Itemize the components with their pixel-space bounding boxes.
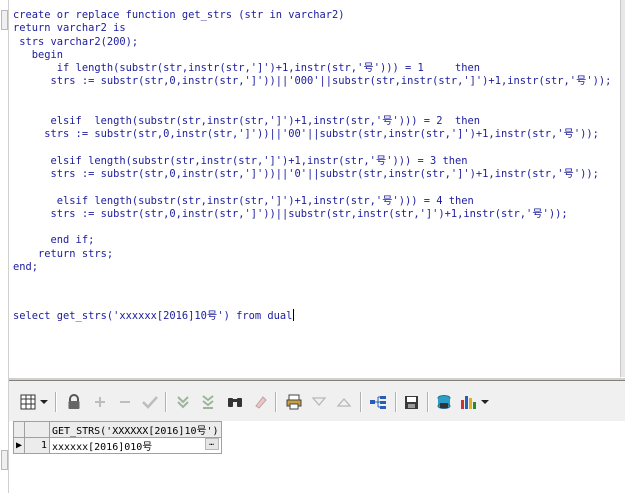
explain-plan-icon[interactable]: [369, 393, 387, 411]
row-number: 1: [24, 437, 50, 454]
chart-icon[interactable]: [460, 393, 478, 411]
post-changes-icon[interactable]: [141, 393, 159, 411]
code-line[interactable]: strs varchar2(200);: [13, 36, 138, 49]
print-icon[interactable]: [285, 393, 303, 411]
left-gutter: [0, 0, 9, 493]
last-page-icon[interactable]: [199, 393, 217, 411]
code-line[interactable]: begin: [13, 49, 63, 62]
sort-up-icon[interactable]: [335, 393, 353, 411]
gutter-marker: [1, 10, 8, 30]
grid-view-icon[interactable]: [19, 393, 37, 411]
code-line[interactable]: elsif length(substr(str,instr(str,']')+1…: [13, 155, 468, 168]
code-line[interactable]: if length(substr(str,instr(str,']')+1,in…: [13, 62, 480, 75]
code-line[interactable]: strs := substr(str,0,instr(str,']'))||'0…: [13, 128, 599, 141]
results-table: GET_STRS('XXXXXX[2016]10号') ▶ 1 xxxxxx[2…: [13, 421, 222, 454]
add-record-icon[interactable]: [91, 393, 109, 411]
grid-corner-rownum: [24, 421, 50, 438]
code-line[interactable]: create or replace function get_strs (str…: [13, 9, 345, 22]
code-line[interactable]: strs := substr(str,0,instr(str,']'))||'0…: [13, 75, 612, 88]
chevron-down-icon[interactable]: [480, 393, 490, 411]
table-row[interactable]: ▶ 1 xxxxxx[2016]010号 …: [13, 437, 222, 454]
code-line[interactable]: return strs;: [13, 248, 113, 261]
lock-icon[interactable]: [65, 393, 83, 411]
text-caret: [293, 309, 295, 321]
code-line[interactable]: return varchar2 is: [13, 22, 126, 35]
grid-corner[interactable]: [13, 421, 25, 438]
clear-icon[interactable]: [251, 393, 269, 411]
results-grid: GET_STRS('XXXXXX[2016]10号') ▶ 1 xxxxxx[2…: [9, 421, 625, 493]
row-indicator: ▶: [13, 437, 25, 454]
cell-value: xxxxxx[2016]010号: [52, 442, 153, 453]
export-icon[interactable]: [435, 393, 453, 411]
code-line[interactable]: strs := substr(str,0,instr(str,']'))||su…: [13, 208, 568, 221]
code-line[interactable]: end;: [13, 261, 38, 274]
table-cell[interactable]: xxxxxx[2016]010号 …: [49, 437, 222, 454]
find-icon[interactable]: [226, 393, 244, 411]
table-header-row: GET_STRS('XXXXXX[2016]10号'): [13, 421, 222, 438]
cell-edit-button[interactable]: …: [204, 438, 219, 450]
code-line[interactable]: end if;: [13, 234, 95, 247]
next-page-icon[interactable]: [174, 393, 192, 411]
code-line[interactable]: elsif length(substr(str,instr(str,']')+1…: [13, 115, 481, 128]
chevron-down-icon[interactable]: [39, 393, 49, 411]
code-line[interactable]: strs := substr(str,0,instr(str,']'))||'0…: [13, 168, 599, 181]
code-line[interactable]: select get_strs('xxxxxx[2016]10号') from …: [13, 309, 295, 323]
sql-editor[interactable]: create or replace function get_strs (str…: [9, 0, 619, 377]
save-icon[interactable]: [402, 393, 420, 411]
column-header[interactable]: GET_STRS('XXXXXX[2016]10号'): [49, 421, 222, 438]
editor-scrollbar[interactable]: [620, 0, 625, 377]
sort-down-icon[interactable]: [310, 393, 328, 411]
gutter-marker: [1, 450, 8, 470]
delete-record-icon[interactable]: [116, 393, 134, 411]
code-line[interactable]: elsif length(substr(str,instr(str,']')+1…: [13, 195, 474, 208]
results-toolbar: [9, 381, 625, 422]
